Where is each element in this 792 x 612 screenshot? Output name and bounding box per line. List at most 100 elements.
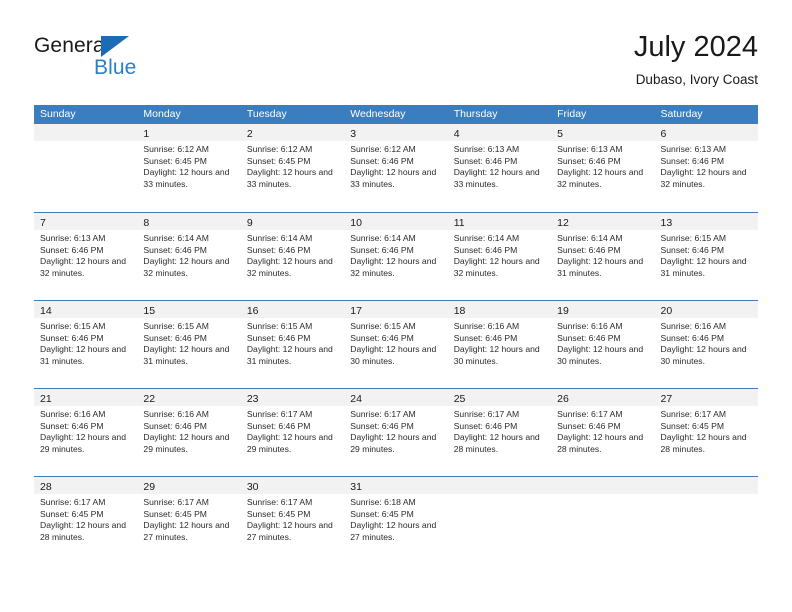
calendar-day-cell[interactable]: 30 Sunrise: 6:17 AM Sunset: 6:45 PM Dayligh… bbox=[240, 477, 345, 564]
calendar-day-cell[interactable]: 7 Sunrise: 6:13 AM Sunset: 6:46 PM Daylight… bbox=[34, 213, 138, 300]
day-number: 9 bbox=[246, 217, 253, 229]
day-number: 2 bbox=[246, 128, 253, 140]
calendar-day-cell[interactable]: 18 Sunrise: 6:16 AM Sunset: 6:46 PM Dayligh… bbox=[447, 301, 552, 388]
day-sun-info: Sunrise: 6:17 AM Sunset: 6:45 PM Daylight:… bbox=[655, 406, 758, 455]
day-number-band: 15 bbox=[137, 301, 241, 318]
day-number-band: 11 bbox=[447, 213, 552, 230]
calendar-day-cell[interactable]: 8 Sunrise: 6:14 AM Sunset: 6:46 PM Daylight… bbox=[137, 213, 241, 300]
daylight-text: Daylight: 12 hours and 28 minutes. bbox=[453, 432, 540, 454]
sunrise-text: Sunrise: 6:16 AM bbox=[453, 321, 520, 331]
sunset-text: Sunset: 6:46 PM bbox=[557, 332, 621, 343]
day-number: 6 bbox=[660, 128, 667, 140]
calendar-day-cell[interactable]: 15 Sunrise: 6:15 AM Sunset: 6:46 PM Dayligh… bbox=[137, 301, 241, 388]
daylight-text: Daylight: 12 hours and 28 minutes. bbox=[557, 432, 644, 454]
sunset-text: Sunset: 6:46 PM bbox=[350, 155, 414, 166]
day-sun-info: Sunrise: 6:17 AM Sunset: 6:46 PM Daylight:… bbox=[241, 406, 344, 455]
day-number: 7 bbox=[40, 217, 46, 229]
calendar-day-cell[interactable]: 6 Sunrise: 6:13 AM Sunset: 6:46 PM Daylight… bbox=[654, 124, 758, 212]
calendar-week-row: 21 Sunrise: 6:16 AM Sunset: 6:46 PM Dayligh… bbox=[34, 388, 758, 476]
sunset-text: Sunset: 6:46 PM bbox=[246, 332, 311, 343]
daylight-text: Daylight: 12 hours and 32 minutes. bbox=[557, 167, 644, 189]
daylight-text: Daylight: 12 hours and 27 minutes. bbox=[246, 520, 333, 542]
sunset-text: Sunset: 6:46 PM bbox=[40, 332, 104, 343]
sunset-text: Sunset: 6:46 PM bbox=[40, 244, 104, 255]
calendar-day-cell[interactable]: 10 Sunrise: 6:14 AM Sunset: 6:46 PM Dayligh… bbox=[344, 213, 448, 300]
day-number-band: 30 bbox=[240, 477, 345, 494]
weekday-header-wednesday: Wednesday bbox=[350, 108, 406, 120]
calendar-day-cell[interactable]: 26 Sunrise: 6:17 AM Sunset: 6:46 PM Dayligh… bbox=[551, 389, 655, 476]
calendar-day-cell[interactable]: 3 Sunrise: 6:12 AM Sunset: 6:46 PM Daylight… bbox=[344, 124, 448, 212]
daylight-text: Daylight: 12 hours and 29 minutes. bbox=[246, 432, 333, 454]
sunrise-text: Sunrise: 6:15 AM bbox=[143, 321, 209, 331]
calendar-day-cell[interactable]: 11 Sunrise: 6:14 AM Sunset: 6:46 PM Dayligh… bbox=[447, 213, 552, 300]
calendar-day-cell[interactable]: 23 Sunrise: 6:17 AM Sunset: 6:46 PM Dayligh… bbox=[240, 389, 345, 476]
calendar-day-cell[interactable]: 5 Sunrise: 6:13 AM Sunset: 6:46 PM Daylight… bbox=[551, 124, 655, 212]
daylight-text: Daylight: 12 hours and 33 minutes. bbox=[453, 167, 540, 189]
calendar-day-cell[interactable]: 2 Sunrise: 6:12 AM Sunset: 6:45 PM Daylight… bbox=[240, 124, 345, 212]
day-sun-info: Sunrise: 6:17 AM Sunset: 6:45 PM Daylight:… bbox=[137, 494, 240, 543]
calendar-day-cell[interactable]: 25 Sunrise: 6:17 AM Sunset: 6:46 PM Dayligh… bbox=[447, 389, 552, 476]
day-number-band: 29 bbox=[137, 477, 241, 494]
page-subtitle-location: Dubaso, Ivory Coast bbox=[635, 72, 758, 87]
day-sun-info: Sunrise: 6:14 AM Sunset: 6:46 PM Daylight:… bbox=[137, 230, 240, 279]
calendar-day-cell[interactable]: 21 Sunrise: 6:16 AM Sunset: 6:46 PM Dayligh… bbox=[34, 389, 138, 476]
calendar-week-row: 28 Sunrise: 6:17 AM Sunset: 6:45 PM Dayligh… bbox=[34, 476, 758, 564]
daylight-text: Daylight: 12 hours and 29 minutes. bbox=[40, 432, 126, 454]
day-sun-info: Sunrise: 6:14 AM Sunset: 6:46 PM Daylight:… bbox=[551, 230, 654, 279]
daylight-text: Daylight: 12 hours and 32 minutes. bbox=[246, 256, 333, 278]
day-number-band: 17 bbox=[344, 301, 448, 318]
sunset-text: Sunset: 6:46 PM bbox=[143, 244, 207, 255]
sunrise-text: Sunrise: 6:15 AM bbox=[246, 321, 313, 331]
sunset-text: Sunset: 6:45 PM bbox=[143, 155, 207, 166]
calendar-day-cell[interactable]: 12 Sunrise: 6:14 AM Sunset: 6:46 PM Dayligh… bbox=[551, 213, 655, 300]
calendar-day-cell[interactable]: 22 Sunrise: 6:16 AM Sunset: 6:46 PM Dayligh… bbox=[137, 389, 241, 476]
calendar-day-cell[interactable]: 17 Sunrise: 6:15 AM Sunset: 6:46 PM Dayligh… bbox=[344, 301, 448, 388]
calendar-day-cell[interactable]: 20 Sunrise: 6:16 AM Sunset: 6:46 PM Dayligh… bbox=[654, 301, 758, 388]
sunset-text: Sunset: 6:45 PM bbox=[246, 508, 311, 519]
daylight-text: Daylight: 12 hours and 28 minutes. bbox=[40, 520, 126, 542]
day-sun-info: Sunrise: 6:12 AM Sunset: 6:45 PM Daylight:… bbox=[241, 141, 344, 190]
day-number-band: 1 bbox=[137, 124, 241, 141]
sunrise-text: Sunrise: 6:13 AM bbox=[453, 144, 520, 154]
day-sun-info: Sunrise: 6:17 AM Sunset: 6:45 PM Daylight:… bbox=[241, 494, 344, 543]
calendar-day-cell[interactable]: 13 Sunrise: 6:15 AM Sunset: 6:46 PM Dayligh… bbox=[654, 213, 758, 300]
daylight-text: Daylight: 12 hours and 32 minutes. bbox=[350, 256, 437, 278]
day-sun-info: Sunrise: 6:15 AM Sunset: 6:46 PM Daylight:… bbox=[241, 318, 344, 367]
daylight-text: Daylight: 12 hours and 32 minutes. bbox=[143, 256, 230, 278]
daylight-text: Daylight: 12 hours and 32 minutes. bbox=[40, 256, 126, 278]
sunset-text: Sunset: 6:46 PM bbox=[143, 420, 207, 431]
calendar-week-row: 1 Sunrise: 6:12 AM Sunset: 6:45 PM Daylight… bbox=[34, 124, 758, 212]
calendar-day-cell[interactable]: 16 Sunrise: 6:15 AM Sunset: 6:46 PM Dayligh… bbox=[240, 301, 345, 388]
calendar-page: General Blue July 2024 Dubaso, Ivory Coa… bbox=[0, 0, 792, 612]
calendar-day-cell[interactable]: 31 Sunrise: 6:18 AM Sunset: 6:45 PM Dayligh… bbox=[344, 477, 448, 564]
daylight-text: Daylight: 12 hours and 29 minutes. bbox=[143, 432, 230, 454]
daylight-text: Daylight: 12 hours and 33 minutes. bbox=[143, 167, 230, 189]
title-block: July 2024 Dubaso, Ivory Coast bbox=[634, 30, 758, 90]
calendar-day-cell[interactable]: 1 Sunrise: 6:12 AM Sunset: 6:45 PM Daylight… bbox=[137, 124, 241, 212]
calendar-day-cell[interactable]: 9 Sunrise: 6:14 AM Sunset: 6:46 PM Daylight… bbox=[240, 213, 345, 300]
day-number-band: 22 bbox=[137, 389, 241, 406]
daylight-text: Daylight: 12 hours and 30 minutes. bbox=[660, 344, 747, 366]
calendar-day-cell[interactable]: 14 Sunrise: 6:15 AM Sunset: 6:46 PM Dayligh… bbox=[34, 301, 138, 388]
day-sun-info: Sunrise: 6:16 AM Sunset: 6:46 PM Daylight:… bbox=[448, 318, 551, 367]
day-number-band: 7 bbox=[34, 213, 138, 230]
daylight-text: Daylight: 12 hours and 32 minutes. bbox=[453, 256, 540, 278]
calendar-day-cell[interactable]: 24 Sunrise: 6:17 AM Sunset: 6:46 PM Dayligh… bbox=[344, 389, 448, 476]
day-sun-info: Sunrise: 6:12 AM Sunset: 6:46 PM Daylight:… bbox=[344, 141, 447, 190]
day-number: 12 bbox=[557, 217, 569, 229]
general-blue-logo[interactable]: General Blue bbox=[34, 34, 274, 90]
calendar-day-cell[interactable]: 4 Sunrise: 6:13 AM Sunset: 6:46 PM Daylight… bbox=[447, 124, 552, 212]
calendar-day-cell[interactable]: 29 Sunrise: 6:17 AM Sunset: 6:45 PM Dayligh… bbox=[137, 477, 241, 564]
day-number-band bbox=[551, 477, 655, 494]
day-sun-info: Sunrise: 6:14 AM Sunset: 6:46 PM Daylight:… bbox=[344, 230, 447, 279]
sunset-text: Sunset: 6:46 PM bbox=[350, 332, 414, 343]
daylight-text: Daylight: 12 hours and 30 minutes. bbox=[557, 344, 644, 366]
sunrise-text: Sunrise: 6:14 AM bbox=[350, 233, 416, 243]
day-number: 26 bbox=[557, 393, 569, 405]
day-number-band: 9 bbox=[240, 213, 345, 230]
calendar-day-cell[interactable]: 19 Sunrise: 6:16 AM Sunset: 6:46 PM Dayligh… bbox=[551, 301, 655, 388]
sunset-text: Sunset: 6:46 PM bbox=[350, 420, 414, 431]
calendar-day-cell[interactable]: 27 Sunrise: 6:17 AM Sunset: 6:45 PM Dayligh… bbox=[654, 389, 758, 476]
sunrise-text: Sunrise: 6:17 AM bbox=[557, 409, 623, 419]
calendar-day-cell[interactable]: 28 Sunrise: 6:17 AM Sunset: 6:45 PM Dayligh… bbox=[34, 477, 138, 564]
